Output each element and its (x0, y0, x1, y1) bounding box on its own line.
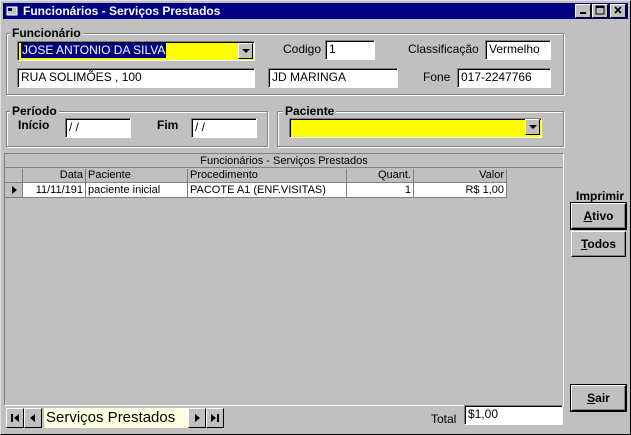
close-icon (614, 6, 622, 14)
main-window: Funcionários - Serviços Prestados Funcio… (0, 0, 631, 435)
endereco-field[interactable]: RUA SOLIMÕES , 100 (17, 68, 255, 88)
app-icon (6, 6, 18, 16)
ativo-hotkey: A (583, 209, 593, 223)
sair-hotkey: S (587, 391, 596, 405)
cell-paciente[interactable]: paciente inicial (86, 183, 188, 198)
nav-prev-button[interactable] (24, 408, 42, 428)
cell-data[interactable]: 11/11/191 (23, 183, 86, 198)
funcionario-dropdown-button[interactable] (238, 43, 253, 59)
inicio-field[interactable]: / / (65, 118, 131, 138)
current-row-indicator[interactable] (5, 183, 23, 198)
sair-button[interactable]: Sair (570, 384, 627, 412)
fone-field[interactable]: 017-2247766 (457, 68, 551, 88)
todos-rest: odos (587, 237, 617, 251)
cell-valor[interactable]: R$ 1,00 (414, 183, 507, 198)
cell-quant[interactable]: 1 (347, 183, 414, 198)
nav-last-button[interactable] (206, 408, 224, 428)
paciente-group-label: Paciente (283, 104, 337, 118)
imprimir-ativo-button[interactable]: Ativo (570, 202, 627, 230)
grid-caption: Funcionários - Serviços Prestados (5, 154, 563, 168)
previous-record-icon (30, 414, 35, 422)
minimize-icon (580, 12, 586, 14)
classificacao-field[interactable]: Vermelho (485, 40, 551, 60)
ativo-rest: tivo (592, 209, 614, 223)
codigo-label: Codigo (283, 42, 322, 56)
fim-field[interactable]: / / (191, 118, 257, 138)
record-navigator: Serviços Prestados (4, 407, 226, 429)
funcionario-group-label: Funcionário (10, 26, 83, 40)
codigo-field[interactable]: 1 (325, 40, 375, 60)
fone-label: Fone (423, 70, 451, 84)
total-label: Total (431, 412, 457, 426)
imprimir-todos-button[interactable]: Todos (571, 231, 626, 257)
sair-rest: air (595, 391, 610, 405)
nav-first-button[interactable] (6, 408, 24, 428)
paciente-combo[interactable] (289, 118, 542, 138)
cell-procedimento[interactable]: PACOTE A1 (ENF.VISITAS) (188, 183, 347, 198)
maximize-button[interactable] (592, 4, 608, 18)
grid-header-corner (5, 169, 23, 183)
maximize-icon (595, 5, 605, 15)
title-bar[interactable]: Funcionários - Serviços Prestados (3, 3, 628, 19)
window-title: Funcionários - Serviços Prestados (23, 4, 221, 18)
column-header-valor[interactable]: Valor (414, 169, 507, 183)
next-record-icon (195, 414, 200, 422)
close-button[interactable] (610, 4, 626, 18)
bairro-field[interactable]: JD MARINGA (268, 68, 398, 88)
minimize-button[interactable] (575, 4, 591, 18)
first-record-icon (11, 414, 19, 422)
imprimir-label: Imprimir (576, 189, 625, 203)
column-header-procedimento[interactable]: Procedimento (188, 169, 347, 183)
navigator-caption: Serviços Prestados (44, 408, 188, 428)
inicio-label: Início (18, 118, 50, 132)
periodo-group-label: Período (10, 104, 59, 118)
funcionario-name: JOSE ANTONIO DA SILVA (21, 43, 167, 58)
paciente-dropdown-button[interactable] (525, 119, 540, 135)
nav-next-button[interactable] (188, 408, 206, 428)
funcionario-combo[interactable]: JOSE ANTONIO DA SILVA (17, 41, 255, 61)
column-header-data[interactable]: Data (23, 169, 86, 183)
column-header-quant[interactable]: Quant. (347, 169, 414, 183)
classificacao-label: Classificação (408, 42, 479, 56)
column-header-paciente[interactable]: Paciente (86, 169, 188, 183)
fim-label: Fim (157, 118, 179, 132)
last-record-icon (211, 414, 219, 422)
total-field[interactable]: $1,00 (464, 405, 563, 425)
servicos-grid[interactable]: Funcionários - Serviços Prestados Data P… (4, 153, 564, 406)
